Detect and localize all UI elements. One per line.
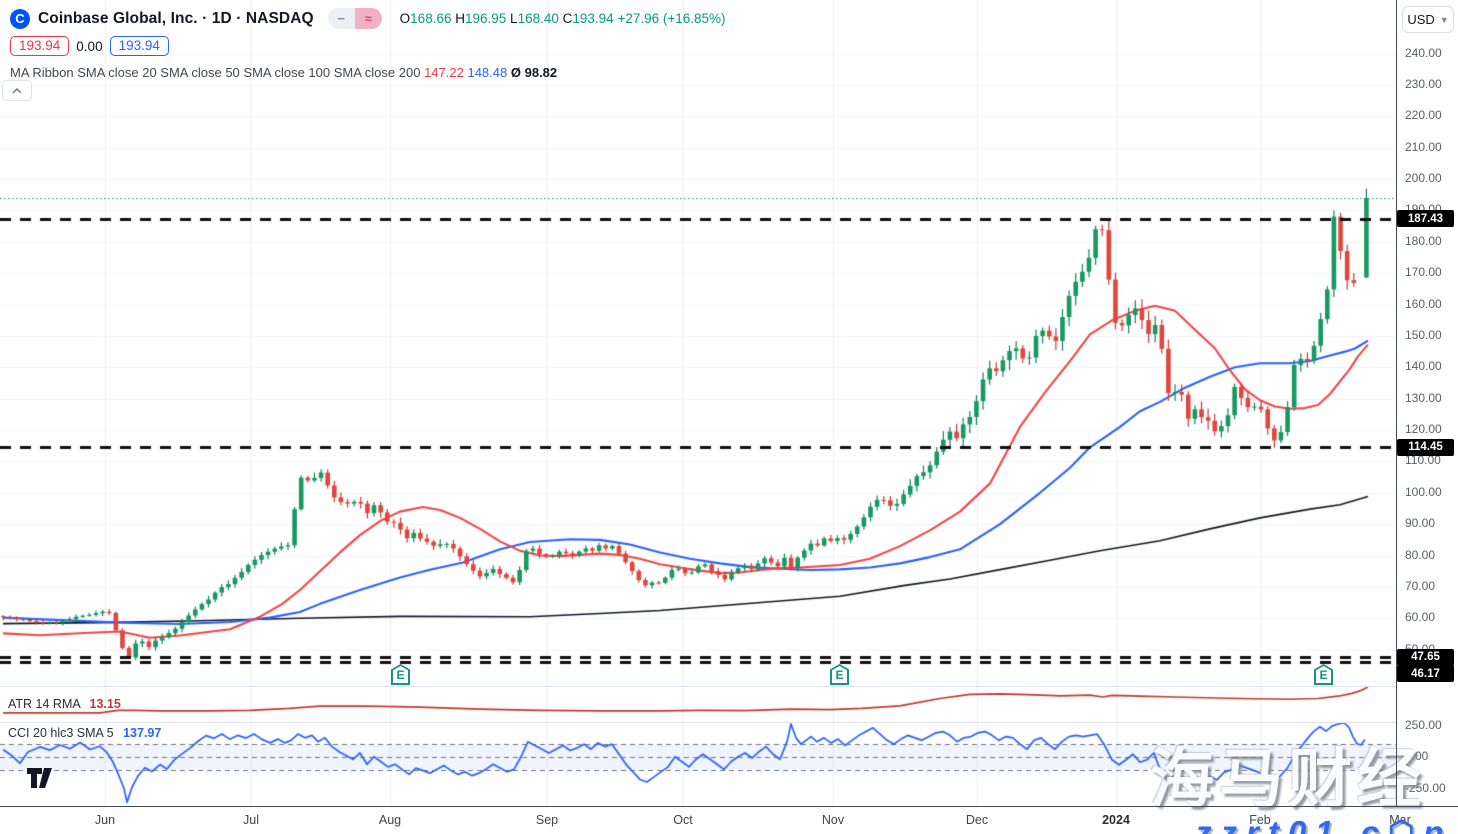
currency-selector[interactable]: USD ▼ <box>1402 6 1454 33</box>
time-axis-label: Feb <box>1238 813 1282 827</box>
price-range-labels: 193.94 0.00 193.94 <box>10 36 726 56</box>
close-value: 193.94 <box>572 11 613 26</box>
price-tick-label: 130.00 <box>1405 391 1442 405</box>
pane-separator[interactable] <box>0 722 1396 723</box>
ma-ribbon-legend[interactable]: MA Ribbon SMA close 20 SMA close 50 SMA … <box>10 65 726 80</box>
price-chart-canvas[interactable] <box>0 0 1458 834</box>
earnings-marker-badge[interactable]: E <box>830 664 849 685</box>
level-price-label: 187.43 <box>1397 210 1454 227</box>
cci-legend[interactable]: CCI 20 hlc3 SMA 5 137.97 <box>8 726 161 740</box>
level-price-label: 46.17 <box>1397 665 1454 682</box>
change-value: +27.96 (+16.85%) <box>617 11 725 26</box>
earnings-marker-badge[interactable]: E <box>391 664 410 685</box>
time-axis-label: Aug <box>368 813 412 827</box>
price-tick-label: 170.00 <box>1405 265 1442 279</box>
time-axis-label: Sep <box>525 813 569 827</box>
open-value: 168.66 <box>410 11 451 26</box>
price-tick-label: 70.00 <box>1405 579 1435 593</box>
price-tick-label: 180.00 <box>1405 234 1442 248</box>
price-tick-label: 60.00 <box>1405 610 1435 624</box>
sma50-value: 148.48 <box>467 65 507 80</box>
cci-tick-label: -250.00 <box>1405 781 1446 795</box>
price-tick-label: 100.00 <box>1405 485 1442 499</box>
level-price-label: 114.45 <box>1397 439 1454 456</box>
time-axis-border <box>0 806 1458 807</box>
collapse-legend-button[interactable] <box>2 80 32 101</box>
price-tick-label: 230.00 <box>1405 77 1442 91</box>
low-value: 168.40 <box>518 11 559 26</box>
price-tick-label: 140.00 <box>1405 359 1442 373</box>
price-tick-label: 150.00 <box>1405 328 1442 342</box>
chevron-up-icon <box>12 88 22 94</box>
high-price-box[interactable]: 193.94 <box>10 36 69 56</box>
high-value: 196.95 <box>465 11 506 26</box>
tradingview-logo[interactable] <box>26 766 56 790</box>
atr-legend[interactable]: ATR 14 RMA 13.15 <box>8 697 121 711</box>
chart-legend: C Coinbase Global, Inc. · 1D · NASDAQ − … <box>10 8 726 80</box>
close-price-box[interactable]: 193.94 <box>110 36 169 56</box>
ma-ribbon-label: MA Ribbon SMA close 20 SMA close 50 SMA … <box>10 65 420 80</box>
price-tick-label: 160.00 <box>1405 297 1442 311</box>
cci-value: 137.97 <box>123 726 161 740</box>
sma200-value: 98.82 <box>525 65 558 80</box>
close-label: C <box>563 11 573 26</box>
open-label: O <box>400 11 411 26</box>
minus-icon[interactable]: − <box>328 8 355 29</box>
price-tick-label: 200.00 <box>1405 171 1442 185</box>
time-axis-label: Jul <box>229 813 273 827</box>
sma100-value: Ø <box>511 65 521 80</box>
atr-value: 13.15 <box>90 697 121 711</box>
price-tick-label: 210.00 <box>1405 140 1442 154</box>
time-axis-label: Dec <box>955 813 999 827</box>
low-label: L <box>510 11 518 26</box>
price-tick-label: 80.00 <box>1405 548 1435 562</box>
price-tick-label: 240.00 <box>1405 46 1442 60</box>
tradingview-chart-window: C Coinbase Global, Inc. · 1D · NASDAQ − … <box>0 0 1458 834</box>
price-tick-label: 120.00 <box>1405 422 1442 436</box>
cci-tick-label: 250.00 <box>1405 718 1442 732</box>
atr-label: ATR 14 RMA <box>8 697 80 711</box>
pane-separator[interactable] <box>0 686 1396 687</box>
time-axis-label: Jun <box>83 813 127 827</box>
wave-icon[interactable]: ≈ <box>355 8 382 29</box>
time-axis-label: 2024 <box>1094 813 1138 827</box>
time-axis-label: Oct <box>661 813 705 827</box>
price-axis-border <box>1396 0 1397 806</box>
time-axis[interactable]: Jun Jul Aug Sep Oct Nov Dec 2024 Feb Mar <box>0 807 1458 834</box>
cci-label: CCI 20 hlc3 SMA 5 <box>8 726 114 740</box>
indicator-toggle-pill[interactable]: − ≈ <box>328 8 382 29</box>
currency-label: USD <box>1407 12 1434 27</box>
ohlc-readout: O168.66 H196.95 L168.40 C193.94 +27.96 (… <box>400 11 726 26</box>
coinbase-logo-icon: C <box>10 9 30 29</box>
time-axis-label: Mar <box>1378 813 1422 827</box>
price-tick-label: 90.00 <box>1405 516 1435 530</box>
sma20-value: 147.22 <box>424 65 464 80</box>
earnings-marker-badge[interactable]: E <box>1314 664 1333 685</box>
time-axis-label: Nov <box>811 813 855 827</box>
chevron-down-icon: ▼ <box>1440 15 1449 25</box>
symbol-title[interactable]: Coinbase Global, Inc. · 1D · NASDAQ <box>38 10 314 28</box>
high-label: H <box>455 11 465 26</box>
mid-price-value: 0.00 <box>76 39 102 54</box>
cci-tick-label: 0.00 <box>1405 749 1428 763</box>
price-tick-label: 220.00 <box>1405 108 1442 122</box>
level-price-label: 47.65 <box>1397 649 1454 666</box>
